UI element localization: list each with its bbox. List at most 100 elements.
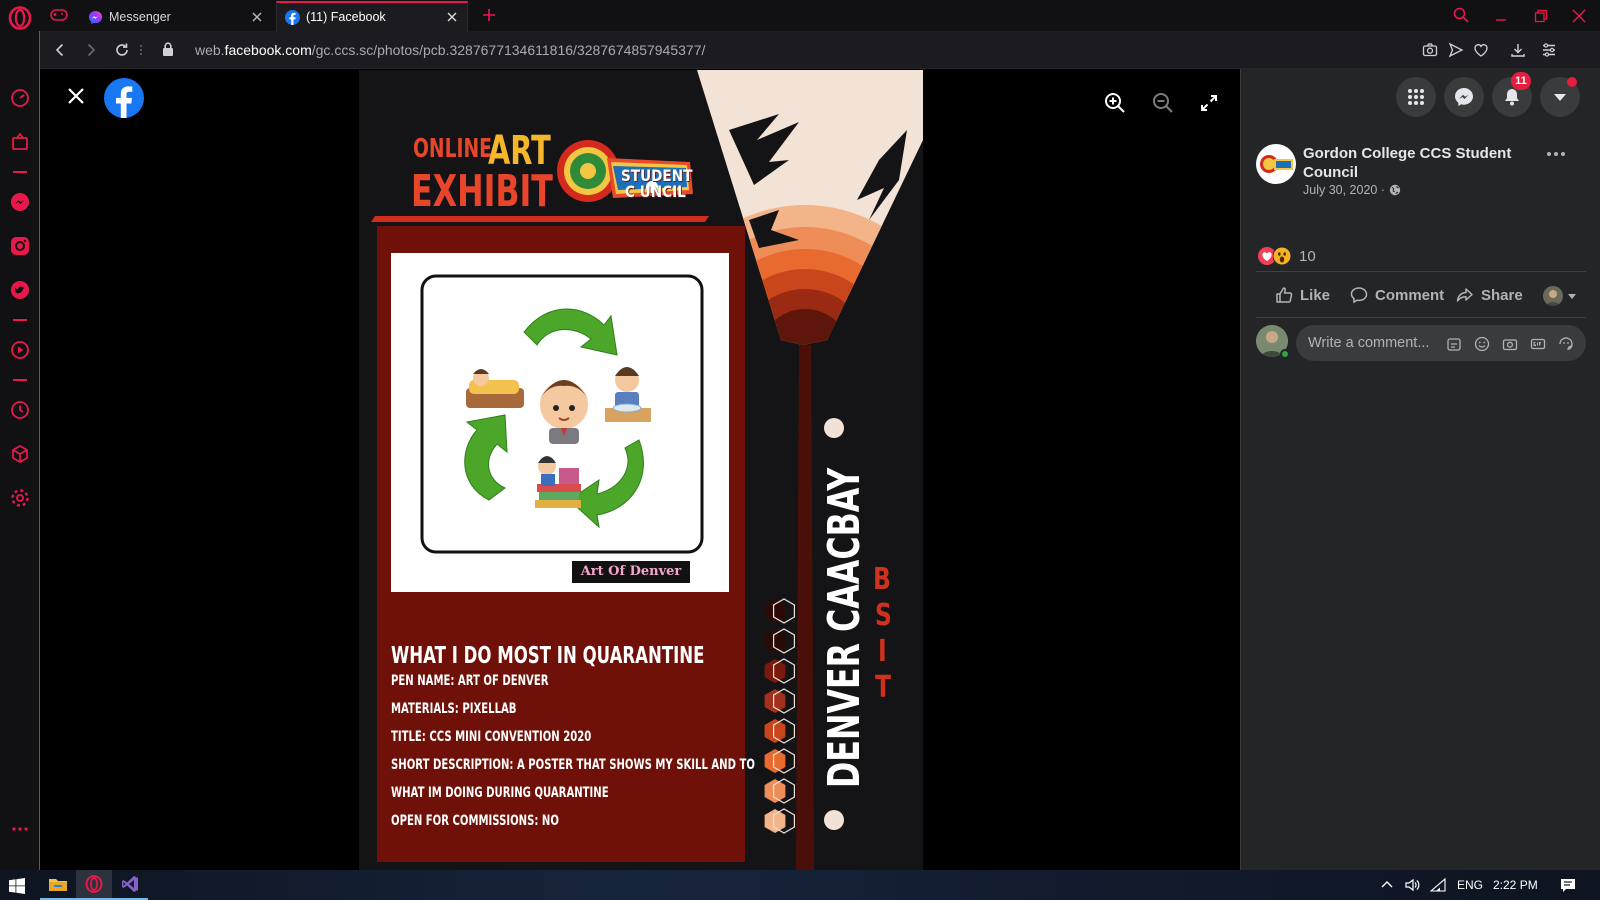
like-button[interactable]: Like — [1275, 286, 1330, 304]
easy-setup-icon[interactable] — [1541, 42, 1557, 58]
language-indicator[interactable]: ENG — [1457, 878, 1483, 892]
poster-heading: WHAT I DO MOST IN QUARANTINE — [391, 643, 705, 669]
snapshot-icon[interactable] — [1422, 42, 1438, 58]
visual-studio-icon[interactable] — [112, 870, 148, 900]
reaction-summary[interactable]: 10 — [1258, 247, 1316, 265]
like-icon — [1276, 287, 1293, 303]
close-viewer-icon[interactable] — [66, 86, 86, 106]
hexagon-column — [764, 598, 795, 834]
send-icon[interactable] — [1448, 42, 1464, 58]
divider — [1256, 317, 1586, 318]
reaction-count: 10 — [1299, 247, 1316, 265]
messenger-icon — [1455, 88, 1473, 106]
chevron-up-icon[interactable] — [1381, 879, 1393, 891]
poster-line: OPEN FOR COMMISSIONS: NO — [391, 813, 559, 829]
download-icon[interactable] — [1510, 42, 1526, 58]
new-tab-icon[interactable] — [481, 7, 497, 23]
artist-name: DENVER CAACBAY — [819, 467, 870, 788]
file-explorer-icon[interactable] — [40, 870, 76, 900]
settings-icon[interactable] — [9, 487, 31, 509]
hexagon-fill — [764, 599, 786, 623]
separator — [13, 171, 27, 173]
online-status-dot — [1280, 349, 1290, 359]
speed-dial-icon[interactable] — [9, 87, 31, 109]
url-path: /gc.ccs.sc/photos/pcb.3287677134611816/3… — [311, 42, 706, 58]
action-center-icon[interactable] — [1560, 877, 1576, 893]
search-tabs-icon[interactable] — [1453, 7, 1469, 23]
close-tab-icon[interactable] — [250, 10, 264, 24]
twitter-icon[interactable] — [9, 279, 31, 301]
divider — [1256, 271, 1586, 272]
separator — [140, 45, 142, 55]
header-online: ONLINE — [413, 134, 492, 164]
comment-input[interactable]: Write a comment... — [1296, 325, 1586, 361]
tab-strip: Messenger (11) Facebook — [0, 0, 1600, 31]
messenger-sidebar-icon[interactable] — [9, 191, 31, 213]
user-avatar-small — [1543, 286, 1563, 306]
sticker-icon[interactable] — [1558, 336, 1574, 352]
gif-icon[interactable] — [1530, 336, 1546, 352]
fullscreen-icon[interactable] — [1200, 94, 1218, 112]
post-options-icon[interactable] — [1546, 151, 1566, 157]
poster-line: MATERIALS: PIXELLAB — [391, 701, 517, 717]
heart-bookmark-icon[interactable] — [1473, 42, 1489, 58]
tab-messenger[interactable]: Messenger — [80, 3, 272, 31]
globe-icon — [1389, 184, 1401, 196]
clock[interactable]: 2:22 PM — [1493, 878, 1538, 892]
hexagon-fill — [764, 779, 786, 803]
wifi-icon[interactable] — [1430, 877, 1446, 893]
messenger-icon — [88, 10, 103, 24]
council-bottom-text: C UNCIL — [625, 182, 686, 201]
restore-icon[interactable] — [1533, 8, 1549, 24]
share-button[interactable]: Share — [1456, 286, 1523, 304]
instagram-icon[interactable] — [9, 235, 31, 257]
windows-taskbar: ENG 2:22 PM — [0, 870, 1600, 900]
history-icon[interactable] — [9, 399, 31, 421]
page-avatar[interactable] — [1256, 144, 1296, 184]
messenger-button[interactable] — [1444, 77, 1484, 117]
tab-facebook[interactable]: (11) Facebook — [276, 1, 468, 31]
more-icon[interactable] — [11, 826, 29, 832]
back-icon[interactable] — [52, 42, 68, 58]
zoom-in-icon[interactable] — [1104, 92, 1126, 114]
close-tab-icon[interactable] — [445, 10, 459, 24]
poster-line: TITLE: CCS MINI CONVENTION 2020 — [391, 729, 592, 745]
comment-button[interactable]: Comment — [1350, 286, 1444, 304]
menu-button[interactable] — [1396, 77, 1436, 117]
opera-logo-icon[interactable] — [8, 6, 32, 30]
extensions-icon[interactable] — [9, 443, 31, 465]
hexagon-fill — [764, 749, 786, 773]
camera-icon[interactable] — [1502, 336, 1518, 352]
account-dot — [1567, 77, 1577, 87]
emoji-icon[interactable] — [1474, 336, 1490, 352]
avatar-sticker-icon[interactable] — [1446, 336, 1462, 352]
reload-icon[interactable] — [114, 42, 130, 58]
address-bar: web.facebook.com/gc.ccs.sc/photos/pcb.32… — [40, 31, 1600, 69]
grid-menu-icon — [1408, 89, 1424, 105]
gamepad-icon[interactable] — [50, 8, 68, 22]
hexagon-fill — [764, 689, 786, 713]
post-as-selector[interactable] — [1543, 286, 1577, 306]
windows-start-icon[interactable] — [9, 878, 25, 894]
poster-line: SHORT DESCRIPTION: A POSTER THAT SHOWS M… — [391, 757, 755, 773]
zoom-out-icon[interactable] — [1152, 92, 1174, 114]
forward-icon[interactable] — [83, 42, 99, 58]
separator — [13, 379, 27, 381]
player-icon[interactable] — [9, 339, 31, 361]
hexagon-fill — [764, 809, 786, 833]
facebook-logo-icon[interactable] — [104, 78, 144, 118]
opera-taskbar-icon[interactable] — [76, 870, 112, 900]
personal-news-icon[interactable] — [9, 131, 31, 153]
post-date[interactable]: July 30, 2020 · — [1303, 183, 1385, 197]
separator — [13, 319, 27, 321]
minimize-icon[interactable] — [1493, 8, 1509, 24]
wow-reaction-icon — [1273, 247, 1291, 265]
comment-label: Comment — [1375, 286, 1445, 304]
course-letter: B — [873, 562, 891, 597]
page-name-link[interactable]: Gordon College CCS Student Council — [1303, 144, 1533, 182]
url-field[interactable]: web.facebook.com/gc.ccs.sc/photos/pcb.32… — [195, 42, 705, 58]
volume-icon[interactable] — [1404, 877, 1420, 893]
lock-icon[interactable] — [161, 41, 175, 57]
close-window-icon[interactable] — [1571, 8, 1587, 24]
share-label: Share — [1481, 286, 1523, 304]
